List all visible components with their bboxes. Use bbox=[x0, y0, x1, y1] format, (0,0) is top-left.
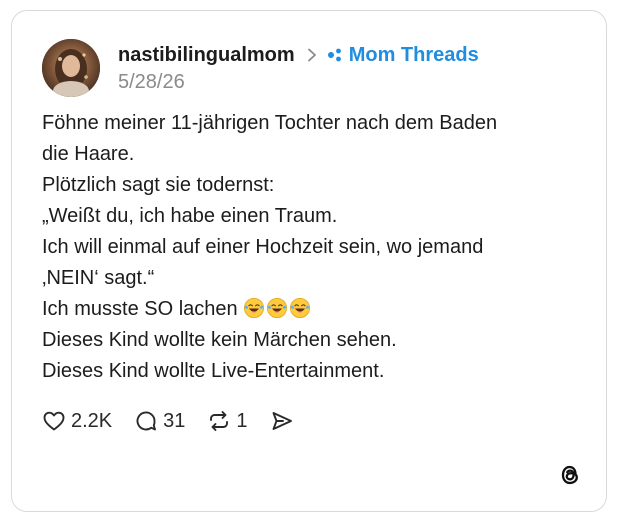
action-bar: 2.2K 31 1 bbox=[42, 409, 321, 433]
post-line-text: Ich musste SO lachen bbox=[42, 298, 238, 320]
community-link[interactable]: Mom Threads bbox=[349, 44, 479, 67]
post-line: Dieses Kind wollte Live-Entertainment. bbox=[42, 360, 385, 382]
reply-button[interactable]: 31 bbox=[134, 409, 185, 433]
comment-icon bbox=[136, 411, 157, 431]
post-line: „Weißt du, ich habe einen Traum. bbox=[42, 205, 338, 227]
repost-button[interactable]: 1 bbox=[207, 409, 248, 433]
post-line: Ich will einmal auf einer Hochzeit sein,… bbox=[42, 236, 484, 258]
emoji-group bbox=[243, 298, 312, 320]
threads-logo-icon bbox=[561, 465, 578, 485]
share-icon bbox=[272, 412, 292, 430]
repost-icon bbox=[210, 411, 229, 431]
like-button[interactable]: 2.2K bbox=[42, 409, 112, 433]
avatar-image bbox=[42, 39, 100, 97]
face-with-tears-of-joy-icon bbox=[290, 298, 311, 318]
username[interactable]: nastibilingualmom bbox=[118, 44, 295, 67]
reply-count: 31 bbox=[163, 409, 186, 432]
face-with-tears-of-joy-icon bbox=[267, 298, 288, 318]
share-button[interactable] bbox=[270, 409, 299, 433]
post-line-emoji: Ich musste SO lachen bbox=[42, 294, 592, 325]
post-line: die Haare. bbox=[42, 143, 135, 165]
community-dots-icon bbox=[327, 48, 341, 62]
post-card: nastibilingualmom Mom Threads 5/28/26 Fö… bbox=[11, 10, 607, 512]
post-date: 5/28/26 bbox=[118, 71, 185, 93]
post-header: nastibilingualmom Mom Threads bbox=[118, 42, 479, 68]
avatar[interactable] bbox=[42, 39, 100, 97]
repost-count: 1 bbox=[236, 409, 248, 432]
face-with-tears-of-joy-icon bbox=[244, 298, 265, 318]
like-count: 2.2K bbox=[71, 409, 113, 432]
post-line: ‚NEIN‘ sagt.“ bbox=[42, 267, 155, 289]
post-line: Plötzlich sagt sie todernst: bbox=[42, 174, 275, 196]
post-line: Föhne meiner 11-jährigen Tochter nach de… bbox=[42, 112, 498, 134]
post-body: Föhne meiner 11-jährigen Tochter nach de… bbox=[42, 108, 592, 387]
post-line: Dieses Kind wollte kein Märchen sehen. bbox=[42, 329, 397, 351]
chevron-right-icon bbox=[307, 48, 316, 62]
heart-icon bbox=[43, 411, 65, 431]
